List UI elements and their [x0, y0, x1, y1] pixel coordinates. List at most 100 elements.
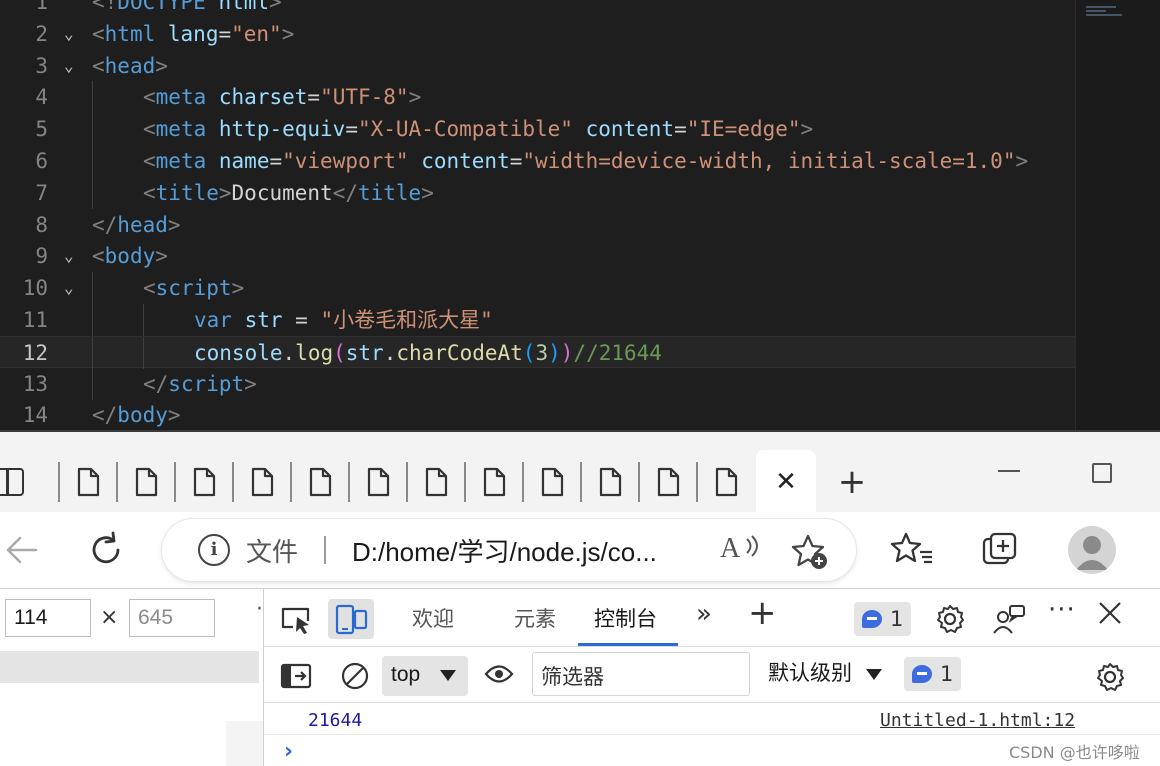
refresh-button[interactable]: [86, 530, 126, 570]
browser-tab[interactable]: [118, 462, 174, 502]
collections-icon[interactable]: [980, 530, 1020, 570]
devtools-tabbar: 欢迎 元素 控制台 » + 1 ···: [264, 589, 1160, 647]
log-source-link[interactable]: Untitled-1.html:12: [880, 710, 1075, 731]
document-icon: [540, 467, 564, 497]
watermark: CSDN @也许哆啦: [1009, 743, 1140, 762]
tab-elements[interactable]: 元素: [514, 603, 556, 633]
browser-tab[interactable]: [292, 462, 348, 502]
console-filter-input[interactable]: 筛选器: [532, 652, 750, 696]
tab-welcome[interactable]: 欢迎: [412, 603, 454, 633]
close-devtools-icon[interactable]: [1098, 601, 1122, 625]
line-code: <head>: [92, 53, 168, 78]
fold-chevron-icon[interactable]: ⌄: [64, 50, 80, 82]
fold-chevron-icon[interactable]: ⌄: [64, 18, 80, 50]
line-code: var str = "小卷毛和派大星": [194, 308, 493, 332]
add-tool-icon[interactable]: +: [748, 593, 777, 633]
dimension-more-icon[interactable]: ·: [256, 597, 263, 622]
back-button[interactable]: [2, 532, 42, 568]
code-line[interactable]: 9 ⌄ <body>: [0, 240, 1075, 272]
code-line[interactable]: 8 </head>: [0, 209, 1075, 241]
code-line[interactable]: 11 var str = "小卷毛和派大星": [0, 304, 1075, 336]
console-settings-gear-icon[interactable]: [1094, 661, 1126, 693]
viewport-width-input[interactable]: 114: [5, 599, 91, 637]
read-aloud-icon[interactable]: A: [720, 533, 758, 569]
browser-tab[interactable]: [640, 462, 696, 502]
code-line[interactable]: 13 </script>: [0, 367, 1075, 400]
info-icon[interactable]: i: [198, 534, 230, 566]
url-text[interactable]: D:/home/学习/node.js/co...: [352, 532, 692, 569]
browser-tab[interactable]: [698, 462, 754, 502]
code-line[interactable]: 1 <!DOCTYPE html>: [0, 0, 1075, 18]
indent-guide: [92, 176, 93, 209]
live-expression-eye-icon[interactable]: [484, 663, 514, 685]
inspect-element-icon[interactable]: [280, 605, 312, 635]
code-line[interactable]: 10 ⌄ <script>: [0, 272, 1075, 305]
document-icon: [76, 467, 100, 497]
code-line[interactable]: 5 <meta http-equiv="X-UA-Compatible" cont…: [0, 113, 1075, 146]
profile-avatar[interactable]: [1068, 526, 1116, 574]
device-emulation-icon[interactable]: [328, 599, 374, 639]
page-viewport: 114 × 645 ·: [0, 588, 263, 766]
line-number: 3: [35, 53, 48, 78]
tab-actions-icon[interactable]: [0, 468, 24, 496]
code-line[interactable]: 14 </body>: [0, 399, 1075, 430]
address-bar[interactable]: i 文件 D:/home/学习/node.js/co... A: [162, 519, 856, 581]
fold-chevron-icon[interactable]: ⌄: [64, 272, 80, 304]
line-code: <title>Document</title>: [143, 180, 434, 205]
document-icon: [598, 467, 622, 497]
indent-guide: [92, 81, 93, 114]
line-code: </script>: [143, 371, 257, 396]
tab-console[interactable]: 控制台: [594, 603, 657, 633]
minimize-button[interactable]: [998, 458, 1022, 482]
code-line[interactable]: 4 <meta charset="UTF-8">: [0, 81, 1075, 114]
show-sidebar-icon[interactable]: [280, 663, 312, 689]
console-output[interactable]: 21644 Untitled-1.html:12 › CSDN @也许哆啦: [264, 703, 1160, 766]
line-code: <meta http-equiv="X-UA-Compatible" conte…: [143, 117, 814, 142]
dropdown-arrow-icon: [866, 669, 882, 680]
feedback-icon[interactable]: [992, 603, 1026, 635]
settings-gear-icon[interactable]: [934, 603, 966, 635]
line-number: 11: [22, 308, 48, 332]
issues-count: 1: [890, 607, 904, 631]
browser-tab[interactable]: [408, 462, 464, 502]
browser-tab[interactable]: [350, 462, 406, 502]
line-code: <meta charset="UTF-8">: [143, 85, 422, 110]
close-tab-icon[interactable]: ✕: [775, 467, 797, 497]
line-number: 12: [22, 340, 48, 365]
log-level-select[interactable]: 默认级别: [768, 657, 852, 687]
browser-tab[interactable]: [466, 462, 522, 502]
new-tab-button[interactable]: +: [832, 462, 872, 502]
browser-tab[interactable]: [60, 462, 116, 502]
line-number: 13: [22, 371, 48, 396]
issues-badge[interactable]: 1: [854, 602, 912, 636]
browser-tab[interactable]: [176, 462, 232, 502]
maximize-button[interactable]: [1092, 463, 1112, 483]
code-line[interactable]: 6 <meta name="viewport" content="width=de…: [0, 145, 1075, 177]
context-select[interactable]: top: [382, 656, 468, 696]
more-tabs-icon[interactable]: »: [696, 599, 712, 629]
code-line[interactable]: 2 ⌄ <html lang="en">: [0, 18, 1075, 50]
more-options-icon[interactable]: ···: [1048, 595, 1076, 625]
line-code: <script>: [143, 276, 245, 301]
console-issues-badge[interactable]: 1: [904, 657, 962, 691]
browser-tab[interactable]: [582, 462, 638, 502]
clear-console-icon[interactable]: [340, 661, 370, 691]
add-favorite-icon[interactable]: [790, 532, 830, 572]
favorites-icon[interactable]: [890, 530, 934, 570]
code-line[interactable]: 3 ⌄ <head>: [0, 50, 1075, 82]
active-tab[interactable]: ✕: [756, 450, 816, 514]
indent-guide: [92, 113, 93, 146]
code-editor[interactable]: 1 <!DOCTYPE html> 2 ⌄ <html lang="en"> 3 ⌄ <hea…: [0, 0, 1160, 430]
document-icon: [134, 467, 158, 497]
minimap[interactable]: [1075, 0, 1160, 430]
line-code: <body>: [92, 244, 168, 269]
line-number: 1: [35, 0, 48, 14]
code-line[interactable]: 12 console.log(str.charCodeAt(3))//21644: [0, 335, 1075, 369]
browser-tab[interactable]: [524, 462, 580, 502]
browser-tab[interactable]: [234, 462, 290, 502]
code-line[interactable]: 7 <title>Document</title>: [0, 176, 1075, 209]
fold-chevron-icon[interactable]: ⌄: [64, 240, 80, 272]
console-prompt-icon[interactable]: ›: [284, 739, 293, 764]
viewport-height-input[interactable]: 645: [129, 599, 215, 637]
line-number: 10: [22, 276, 48, 301]
